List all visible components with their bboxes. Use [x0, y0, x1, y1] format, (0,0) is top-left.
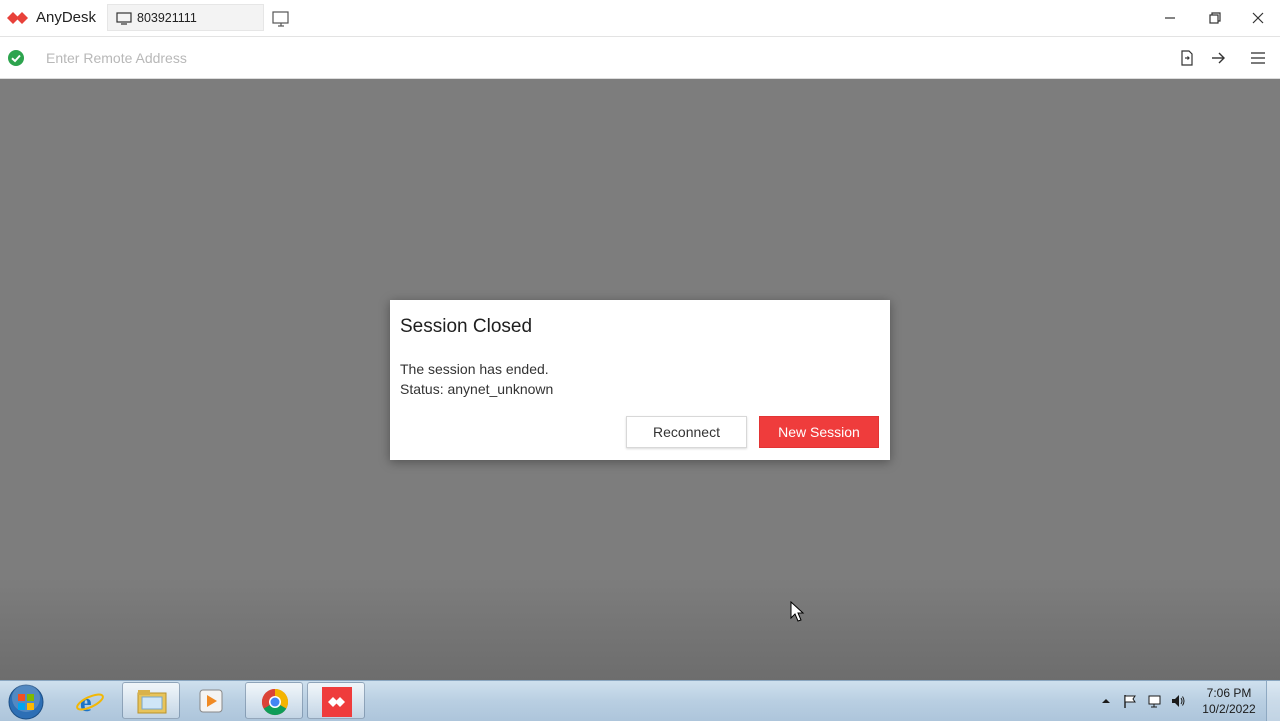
address-bar	[0, 37, 1280, 79]
clock-time: 7:06 PM	[1206, 686, 1252, 700]
mouse-cursor-icon	[790, 601, 805, 622]
connect-arrow-icon[interactable]	[1209, 49, 1227, 67]
taskbar-item-ie[interactable]: e	[61, 682, 119, 719]
restore-icon	[1209, 12, 1221, 24]
file-explorer-icon	[137, 690, 167, 714]
minimize-icon	[1165, 17, 1175, 19]
tab-label: 803921111	[137, 11, 197, 25]
minimize-button[interactable]	[1160, 8, 1180, 28]
show-desktop-button[interactable]	[1266, 681, 1280, 721]
app-title: AnyDesk	[36, 9, 97, 26]
internet-explorer-icon: e	[76, 688, 104, 716]
dialog-status: Status: anynet_unknown	[400, 381, 554, 397]
dialog-title: Session Closed	[400, 316, 533, 337]
new-session-button[interactable]: New Session	[759, 416, 879, 448]
anydesk-icon	[322, 687, 352, 717]
clock-date: 10/2/2022	[1202, 702, 1256, 716]
menu-icon[interactable]	[1249, 49, 1267, 67]
network-icon[interactable]	[1146, 693, 1162, 709]
chrome-icon	[261, 688, 289, 716]
show-hidden-icons-icon[interactable]	[1098, 693, 1114, 709]
new-tab-icon[interactable]	[271, 10, 291, 28]
check-circle-icon	[8, 50, 24, 66]
close-button[interactable]	[1248, 8, 1268, 28]
taskbar-item-explorer[interactable]	[122, 682, 180, 719]
session-closed-dialog: Session Closed The session has ended. St…	[390, 300, 890, 460]
taskbar: e 7:06 PM 10/2/2022	[0, 680, 1280, 721]
dialog-message: The session has ended.	[400, 361, 549, 377]
system-clock[interactable]: 7:06 PM 10/2/2022	[1196, 685, 1262, 717]
anydesk-logo-icon	[7, 12, 28, 24]
media-player-icon	[199, 689, 223, 713]
file-transfer-icon[interactable]	[1178, 49, 1196, 67]
title-bar: AnyDesk 803921111	[0, 0, 1280, 37]
start-button-icon[interactable]	[7, 683, 45, 721]
monitor-icon	[116, 12, 132, 25]
taskbar-item-anydesk[interactable]	[307, 682, 365, 719]
remote-address-input[interactable]	[38, 45, 1154, 71]
action-center-flag-icon[interactable]	[1122, 693, 1138, 709]
taskbar-item-chrome[interactable]	[245, 682, 303, 719]
taskbar-item-media-player[interactable]	[183, 682, 241, 719]
volume-icon[interactable]	[1170, 693, 1186, 709]
restore-button[interactable]	[1205, 8, 1225, 28]
reconnect-button[interactable]: Reconnect	[626, 416, 747, 448]
tab-session[interactable]: 803921111	[107, 4, 264, 31]
close-icon	[1252, 12, 1264, 24]
